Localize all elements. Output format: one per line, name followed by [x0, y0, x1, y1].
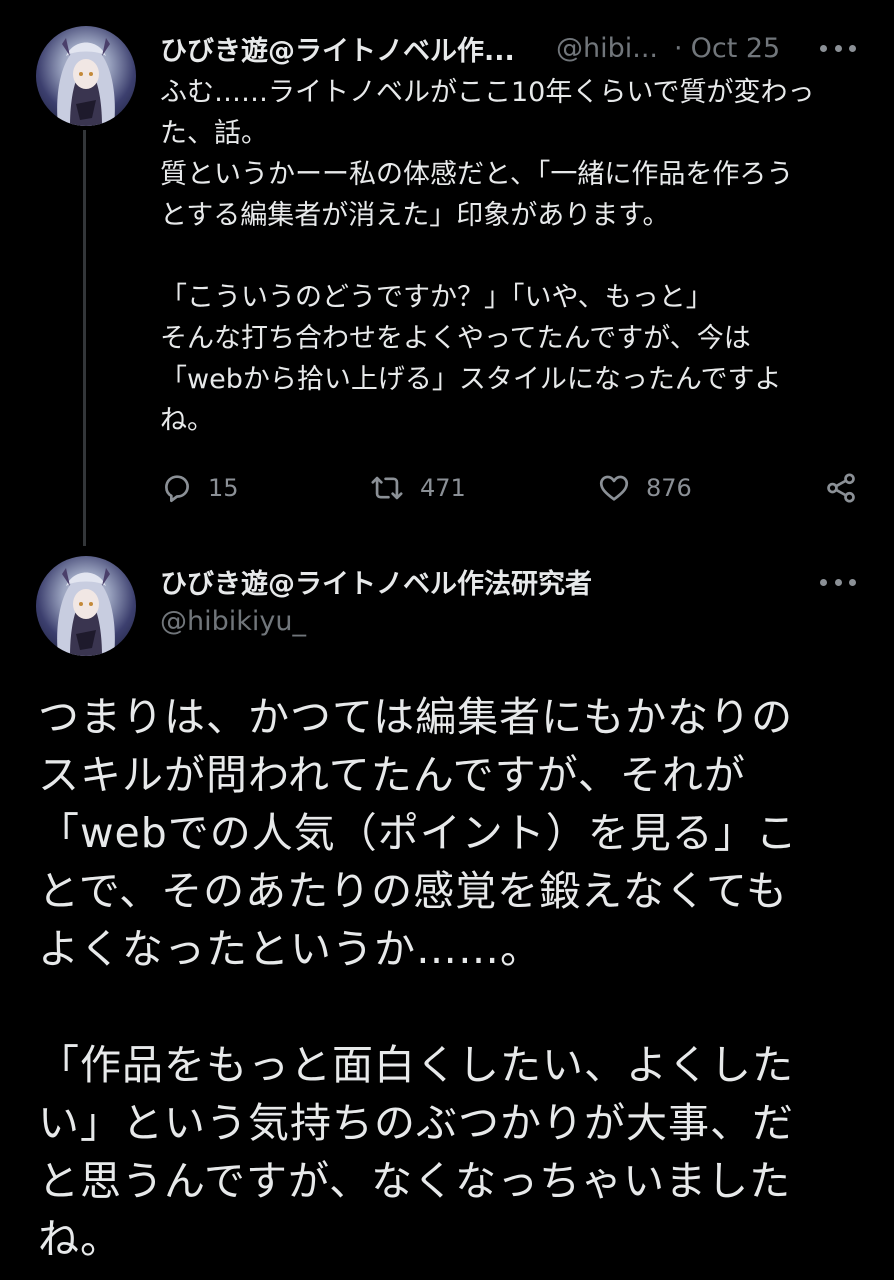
tweet-actions: 15 471 876: [160, 468, 860, 508]
like-button[interactable]: 876: [596, 468, 692, 508]
tweet-line: そんな打ち合わせをよくやってたんですが、今は: [160, 323, 751, 354]
share-icon: [827, 473, 855, 503]
tweet-line: い」という気持ちのぶつかりが大事、だ: [38, 1099, 794, 1147]
tweet-line: ふむ……ライトノベルがここ10年くらいで質が変わっ: [160, 77, 815, 108]
thread-connector-line: [83, 130, 86, 546]
tweet-line: とで、そのあたりの感覚を鍛えなくても: [38, 867, 788, 915]
retweet-icon: [371, 476, 403, 500]
reply-count: 15: [208, 474, 239, 502]
reply-button[interactable]: 15: [160, 468, 239, 508]
tweet-line: ね。: [160, 405, 214, 436]
avatar-image: [57, 568, 115, 656]
tweet-text: ふむ……ライトノベルがここ10年くらいで質が変わっ た、話。 質というかーー私の…: [160, 72, 850, 441]
tweet-line: よくなったというか……。: [38, 925, 542, 973]
tweet-line: スキルが問われてたんですが、それが: [38, 751, 746, 799]
tweet-text: つまりは、かつては編集者にもかなりの スキルが問われてたんですが、それが 「we…: [38, 688, 868, 1268]
tweet-line: 「webから拾い上げる」スタイルになったんですよ: [160, 364, 782, 395]
tweet-line: 「作品をもっと面白くしたい、よくした: [38, 1041, 794, 1089]
tweet-line: と思うんですが、なくなっちゃいました: [38, 1157, 792, 1205]
more-options-icon[interactable]: [820, 38, 856, 58]
tweet-line: 質というかーー私の体感だと、「一緒に作品を作ろう: [160, 159, 794, 190]
tweet-line: 「webでの人気（ポイント）を見る」こ: [38, 809, 798, 857]
tweet-line: つまりは、かつては編集者にもかなりの: [38, 693, 794, 741]
tweet-line: ね。: [38, 1215, 122, 1263]
avatar[interactable]: [36, 26, 136, 126]
avatar[interactable]: [36, 556, 136, 656]
retweet-button[interactable]: 471: [368, 468, 466, 508]
reply-icon: [165, 475, 189, 503]
author-handle[interactable]: @hibikiyu_: [160, 606, 306, 637]
like-count: 876: [646, 474, 692, 502]
tweet-date[interactable]: Oct 25: [691, 33, 781, 64]
tweet-line: 「こういうのどうですか？」「いや、もっと」: [160, 282, 713, 313]
retweet-count: 471: [420, 474, 466, 502]
tweet-header: ひびき遊@ライトノベル作... @hibi... · Oct 25: [160, 28, 880, 68]
heart-icon: [599, 475, 629, 501]
tweet-line: とする編集者が消えた」印象があります。: [160, 200, 670, 231]
avatar-image: [57, 38, 115, 126]
author-name[interactable]: ひびき遊@ライトノベル作法研究者: [160, 562, 592, 601]
author-handle[interactable]: @hibi...: [556, 33, 658, 64]
more-options-icon[interactable]: [820, 572, 856, 592]
tweet-line: た、話。: [160, 118, 268, 149]
separator-dot: ·: [674, 32, 683, 64]
share-button[interactable]: [824, 468, 872, 508]
author-name[interactable]: ひびき遊@ライトノベル作...: [160, 29, 530, 68]
